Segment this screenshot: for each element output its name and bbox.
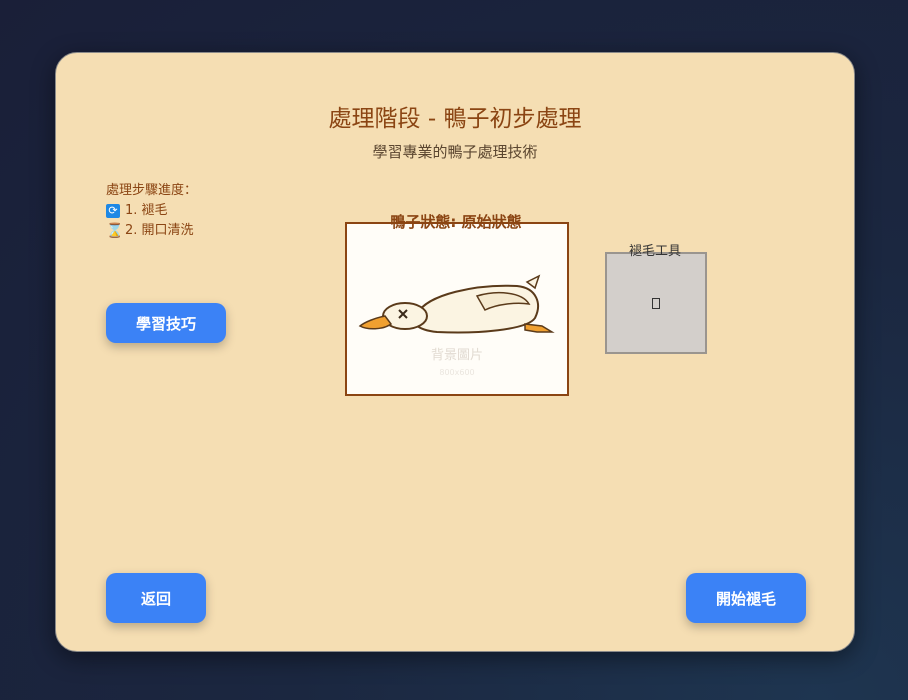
duck-status: 鴨子狀態: 原始狀態 bbox=[390, 213, 522, 231]
step-progress: 處理步驟進度： ⟳ 1. 褪毛 ⌛ 2. 開口清洗 bbox=[106, 181, 197, 241]
background-placeholder-size: 800x600 bbox=[439, 368, 475, 377]
step-item: ⟳ 1. 褪毛 bbox=[106, 201, 197, 221]
plucking-tool-label: 褪毛工具 bbox=[628, 244, 681, 259]
plucking-tool[interactable] bbox=[605, 252, 707, 354]
background-placeholder-label: 背景圖片 bbox=[430, 348, 483, 363]
back-button[interactable]: 返回 bbox=[106, 573, 206, 623]
tool-icon bbox=[652, 297, 660, 309]
duck-image[interactable] bbox=[357, 274, 557, 344]
step-label: 1. 褪毛 bbox=[125, 203, 168, 218]
step-item: ⌛ 2. 開口清洗 bbox=[106, 221, 197, 241]
start-plucking-button[interactable]: 開始褪毛 bbox=[686, 573, 806, 623]
duck-display: 背景圖片 800x600 bbox=[345, 222, 569, 396]
page-title: 處理階段 - 鴨子初步處理 bbox=[328, 106, 582, 132]
step-label: 2. 開口清洗 bbox=[125, 223, 194, 238]
game-panel: 處理階段 - 鴨子初步處理 學習專業的鴨子處理技術 處理步驟進度： ⟳ 1. 褪… bbox=[55, 52, 855, 652]
page-subtitle: 學習專業的鴨子處理技術 bbox=[372, 143, 538, 161]
step-progress-heading: 處理步驟進度： bbox=[106, 183, 198, 198]
learn-tips-button[interactable]: 學習技巧 bbox=[106, 303, 226, 343]
refresh-icon: ⟳ bbox=[106, 204, 120, 218]
hourglass-icon: ⌛ bbox=[106, 223, 124, 239]
